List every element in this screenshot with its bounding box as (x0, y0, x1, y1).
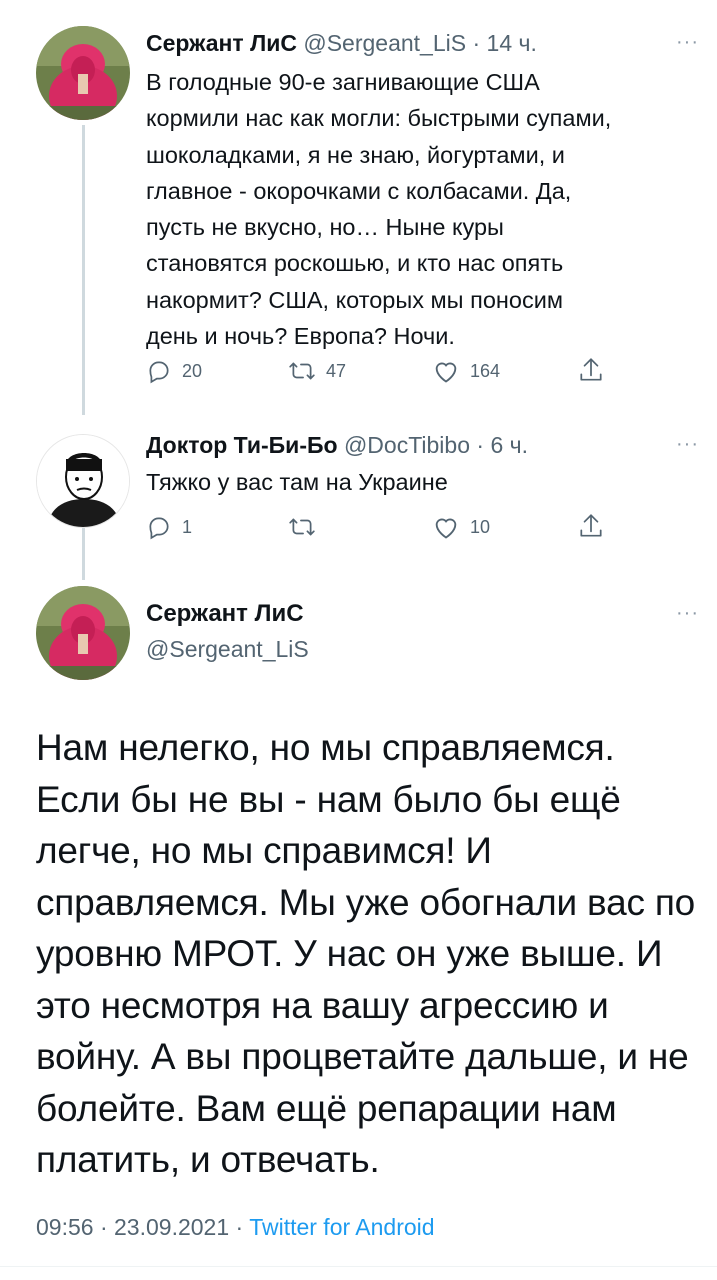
retweet-count: 47 (326, 360, 347, 381)
display-name[interactable]: Сержант ЛиС (146, 600, 304, 628)
tweet-time[interactable]: 09:56 (36, 1214, 94, 1240)
retweet-button[interactable] (288, 514, 326, 540)
reply-button[interactable]: 1 (146, 514, 192, 540)
tweet-meta: 09:56 · 23.09.2021 · Twitter for Android (36, 1214, 435, 1241)
retweet-icon (289, 518, 315, 536)
text-line: В голодные 90-е загнивающие США (146, 69, 540, 95)
avatar[interactable] (36, 434, 130, 528)
text-line: шоколадками, я не знаю, йогуртами, и (146, 141, 565, 168)
user-handle[interactable]: @Sergeant_LiS (146, 636, 309, 663)
text-line: справляемся. Мы уже обогнали вас по (36, 881, 696, 923)
share-button[interactable] (578, 512, 614, 540)
text-line: становятся роскошью, и кто нас опять (146, 250, 564, 277)
reply-icon (149, 517, 169, 540)
separator: · (99, 1214, 108, 1240)
text-line: болейте. Вам ещё репарации нам (36, 1087, 617, 1129)
tweet-date[interactable]: 23.09.2021 (114, 1214, 229, 1240)
text-line: Нам нелегко, но мы справляемся. (36, 727, 615, 768)
text-line: уровню МРОТ. У нас он уже выше. И (36, 933, 663, 974)
share-button[interactable] (578, 356, 614, 384)
tweet-text: Нам нелегко, но мы справляемся. Если бы … (36, 722, 712, 1186)
like-count: 164 (470, 360, 501, 381)
reply-icon (149, 361, 169, 384)
text-line: пусть не вкусно, но… Ныне куры (146, 214, 504, 241)
display-name[interactable]: Сержант ЛиС (146, 30, 297, 56)
tweet-text: В голодные 90-е загнивающие США кормили … (146, 64, 706, 354)
avatar[interactable] (36, 586, 130, 680)
reply-count: 20 (182, 360, 203, 381)
more-options-icon[interactable]: ··· (676, 602, 699, 625)
text-line: легче, но мы справимся! И (36, 830, 492, 871)
divider (0, 1266, 717, 1267)
share-icon (580, 358, 602, 381)
retweet-button[interactable]: 47 (288, 358, 346, 384)
more-options-icon[interactable]: ··· (676, 433, 699, 456)
like-button[interactable]: 10 (432, 514, 490, 540)
timestamp[interactable]: · 6 ч. (476, 432, 528, 458)
avatar[interactable] (36, 26, 130, 120)
tweet-header: Сержант ЛиС @Sergeant_LiS · 14 ч. (146, 30, 537, 57)
text-line: накормит? США, которых мы поносим (146, 286, 563, 313)
separator: · (235, 1214, 244, 1240)
text-line: платить, и отвечать. (36, 1139, 380, 1180)
thread-line (82, 125, 85, 415)
thread-line (82, 528, 85, 580)
user-handle[interactable]: @Sergeant_LiS (303, 30, 466, 56)
like-button[interactable]: 164 (432, 358, 500, 384)
more-options-icon[interactable]: ··· (676, 31, 699, 54)
heart-icon (435, 362, 457, 383)
text-line: Если бы не вы - нам было бы ещё (36, 778, 621, 820)
retweet-icon (289, 362, 315, 380)
timestamp[interactable]: · 14 ч. (472, 30, 536, 56)
heart-icon (435, 518, 457, 539)
text-line: это несмотря на вашу агрессию и (36, 984, 609, 1026)
reply-button[interactable]: 20 (146, 358, 202, 384)
tweet-text: Тяжко у вас там на Украине (146, 469, 448, 495)
share-icon (580, 514, 602, 537)
tweet-source-link[interactable]: Twitter for Android (249, 1214, 434, 1240)
text-line: кормили нас как могли: быстрыми супами, (146, 105, 612, 132)
text-line: день и ночь? Европа? Ночи. (146, 323, 455, 350)
text-line: войну. А вы процветайте дальше, и не (36, 1036, 689, 1077)
text-line: главное - окорочками с колбасами. Да, (146, 177, 572, 204)
tweet-header: Доктор Ти-Би-Бо @DocTibibo · 6 ч. (146, 432, 528, 459)
user-handle[interactable]: @DocTibibo (344, 432, 470, 458)
reply-count: 1 (182, 516, 193, 537)
like-count: 10 (470, 516, 491, 537)
display-name[interactable]: Доктор Ти-Би-Бо (146, 432, 338, 458)
